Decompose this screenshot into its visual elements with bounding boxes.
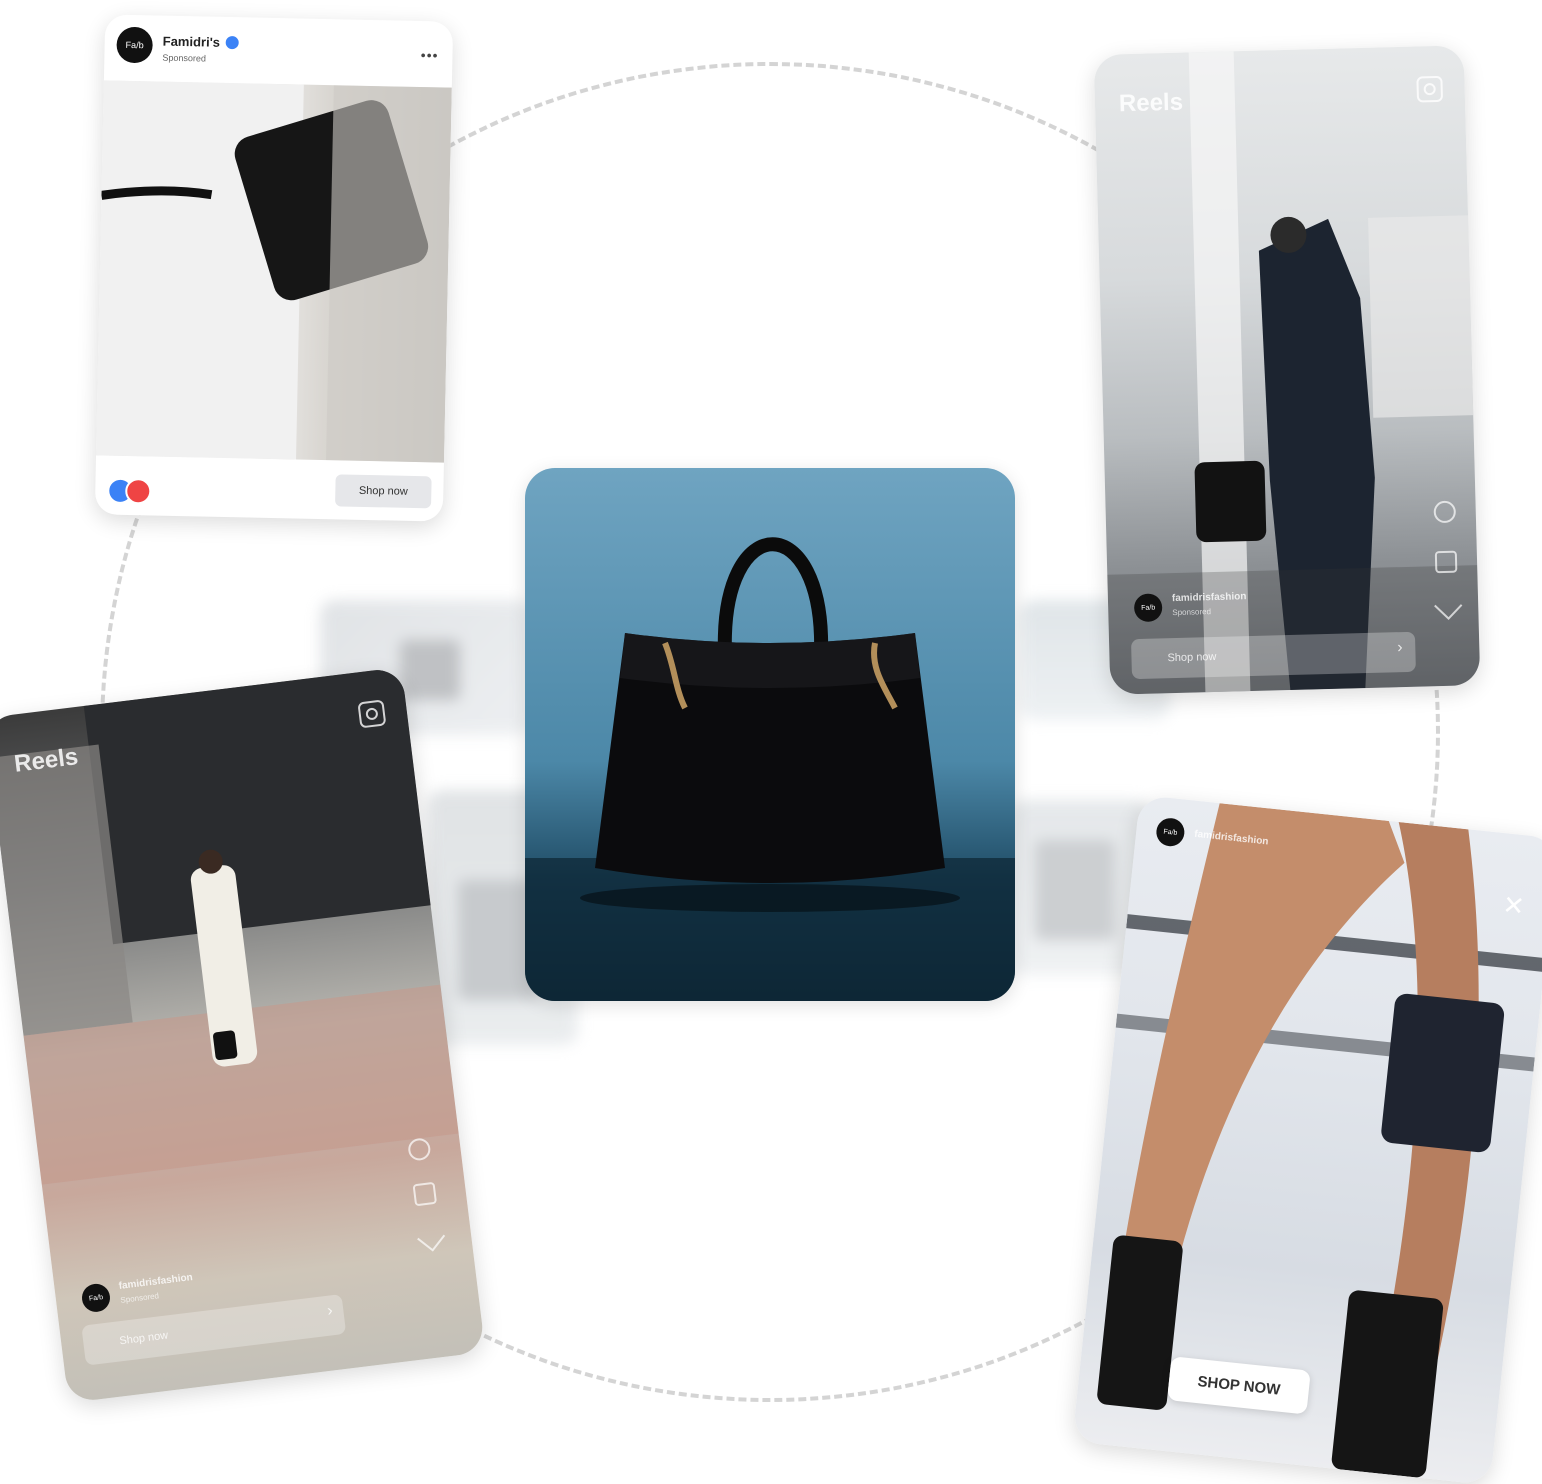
love-reaction-icon — [125, 477, 152, 505]
brand-avatar[interactable]: Fa/b — [116, 26, 154, 64]
marketing-collage: Fa/b Famidri's Sponsored ••• Shop now Re… — [0, 0, 1542, 1484]
sponsored-label: Sponsored — [162, 52, 207, 64]
shop-now-button[interactable]: Shop now — [335, 474, 432, 509]
post-header: Fa/b Famidri's Sponsored ••• — [104, 14, 453, 87]
close-icon[interactable]: ✕ — [1501, 889, 1526, 922]
instagram-reels-card: Reels Fa/b famidrisfashion Sponsored Sho… — [1093, 45, 1481, 695]
post-photo — [96, 80, 452, 463]
comment-icon[interactable] — [1434, 550, 1458, 574]
post-footer: Shop now — [95, 455, 444, 521]
more-options-icon[interactable]: ••• — [421, 47, 439, 63]
product-image-card — [525, 468, 1015, 1001]
brand-name[interactable]: Famidri's — [163, 34, 221, 50]
brand-handle[interactable]: famidrisfashion — [1172, 591, 1247, 604]
reels-title: Reels — [1118, 88, 1184, 118]
facebook-ad-card: Fa/b Famidri's Sponsored ••• Shop now — [94, 14, 454, 522]
instagram-reels-card: Reels Fa/b famidrisfashion Sponsored Sho… — [0, 666, 486, 1404]
chevron-right-icon: › — [1397, 639, 1403, 657]
instagram-story-card: Fa/b famidrisfashion ✕ SHOP NOW — [1072, 794, 1542, 1484]
verified-badge-icon — [225, 35, 239, 50]
handbag-illustration — [525, 537, 1015, 1001]
camera-icon[interactable] — [357, 699, 387, 729]
shop-now-button[interactable]: Shop now — [1130, 631, 1416, 680]
comment-icon[interactable] — [412, 1181, 438, 1207]
sponsored-label: Sponsored — [1172, 607, 1212, 618]
camera-icon[interactable] — [1416, 75, 1444, 103]
play-icon — [400, 640, 460, 700]
